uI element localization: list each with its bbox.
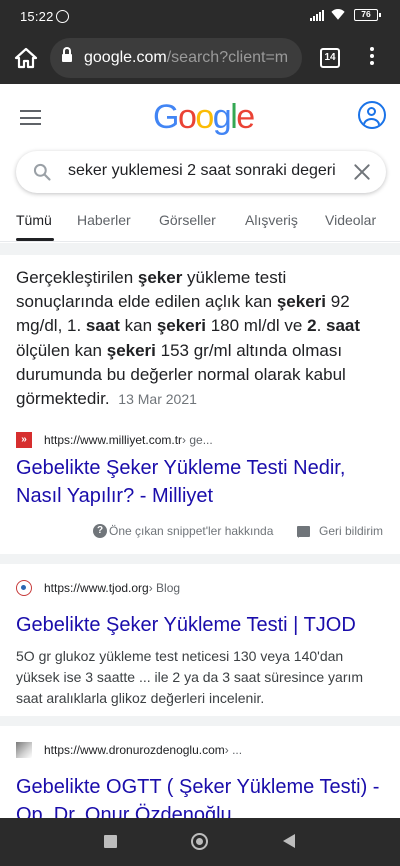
snippet-text: Gerçekleştirilen şeker yükleme testi son… — [16, 268, 361, 409]
google-logo[interactable]: Google — [153, 98, 255, 137]
active-tab-indicator — [16, 238, 54, 241]
tab-news[interactable]: Haberler — [77, 212, 131, 228]
tab-switcher-button[interactable]: 14 — [320, 48, 340, 68]
result-source[interactable]: https://www.dronurozdenoglu.com › ... — [16, 742, 242, 758]
about-snippets-link[interactable]: ? Öne çıkan snippet'ler hakkında — [93, 524, 273, 538]
lock-icon — [62, 47, 72, 64]
milliyet-favicon-icon: » — [16, 432, 32, 448]
search-input[interactable]: seker yuklemesi 2 saat sonraki degeri — [68, 162, 336, 180]
tjod-favicon-icon — [16, 580, 32, 596]
url-host: google.com — [84, 49, 167, 66]
feedback-link[interactable]: Geri bildirim — [297, 524, 383, 538]
result-source[interactable]: https://www.tjod.org › Blog — [16, 580, 180, 596]
source-url: https://www.dronurozdenoglu.com — [44, 743, 225, 757]
source-url: https://www.tjod.org — [44, 581, 149, 595]
recents-icon[interactable] — [104, 835, 117, 848]
result-title-link[interactable]: Gebelikte Şeker Yükleme Testi | TJOD — [16, 611, 386, 639]
snippet-footer: ? Öne çıkan snippet'ler hakkında Geri bi… — [0, 524, 400, 544]
status-bar: 15:22 76 — [0, 0, 400, 32]
home-circle-icon[interactable] — [191, 833, 208, 850]
whatsapp-notification-icon — [56, 10, 69, 23]
feedback-icon — [297, 525, 310, 538]
status-time: 15:22 — [20, 9, 54, 24]
back-icon[interactable] — [283, 834, 295, 848]
divider — [0, 554, 400, 564]
search-tabs: Tümü Haberler Görseller Alışveriş Videol… — [0, 204, 400, 242]
home-icon[interactable] — [14, 46, 38, 70]
result-title-link[interactable]: Gebelikte Şeker Yükleme Testi Nedir, Nas… — [16, 454, 386, 510]
account-icon[interactable] — [358, 101, 386, 129]
signal-icon — [310, 9, 324, 21]
address-bar[interactable]: google.com/search?client=m — [50, 38, 302, 78]
tab-videos[interactable]: Videolar — [325, 212, 376, 228]
result-source[interactable]: » https://www.milliyet.com.tr › ge... — [16, 432, 213, 448]
divider — [0, 243, 400, 255]
help-icon: ? — [93, 524, 107, 538]
browser-toolbar: google.com/search?client=m 14 — [0, 32, 400, 84]
status-indicators: 76 — [310, 9, 381, 21]
source-crumb: › ... — [224, 743, 243, 757]
source-crumb: › ge... — [182, 433, 213, 447]
tab-all[interactable]: Tümü — [16, 212, 52, 228]
search-box[interactable]: seker yuklemesi 2 saat sonraki degeri — [16, 151, 386, 193]
source-url: https://www.milliyet.com.tr — [44, 433, 183, 447]
wifi-icon — [331, 9, 347, 21]
tab-images[interactable]: Görseller — [159, 212, 216, 228]
close-icon[interactable] — [352, 162, 372, 182]
source-crumb: › Blog — [148, 581, 181, 595]
doctor-favicon-icon — [16, 742, 32, 758]
divider — [0, 716, 400, 726]
url-path: /search?client=m — [166, 49, 289, 66]
battery-icon: 76 — [354, 9, 381, 21]
tab-shopping[interactable]: Alışveriş — [245, 212, 298, 228]
browser-menu-icon[interactable] — [362, 44, 382, 72]
google-header: Google — [0, 84, 400, 152]
result-description: 5O gr glukoz yükleme test neticesi 130 v… — [16, 648, 364, 706]
snippet-date: 13 Mar 2021 — [118, 391, 197, 408]
hamburger-menu-icon[interactable] — [20, 110, 41, 125]
search-icon[interactable] — [32, 162, 52, 182]
android-nav-bar — [0, 818, 400, 866]
